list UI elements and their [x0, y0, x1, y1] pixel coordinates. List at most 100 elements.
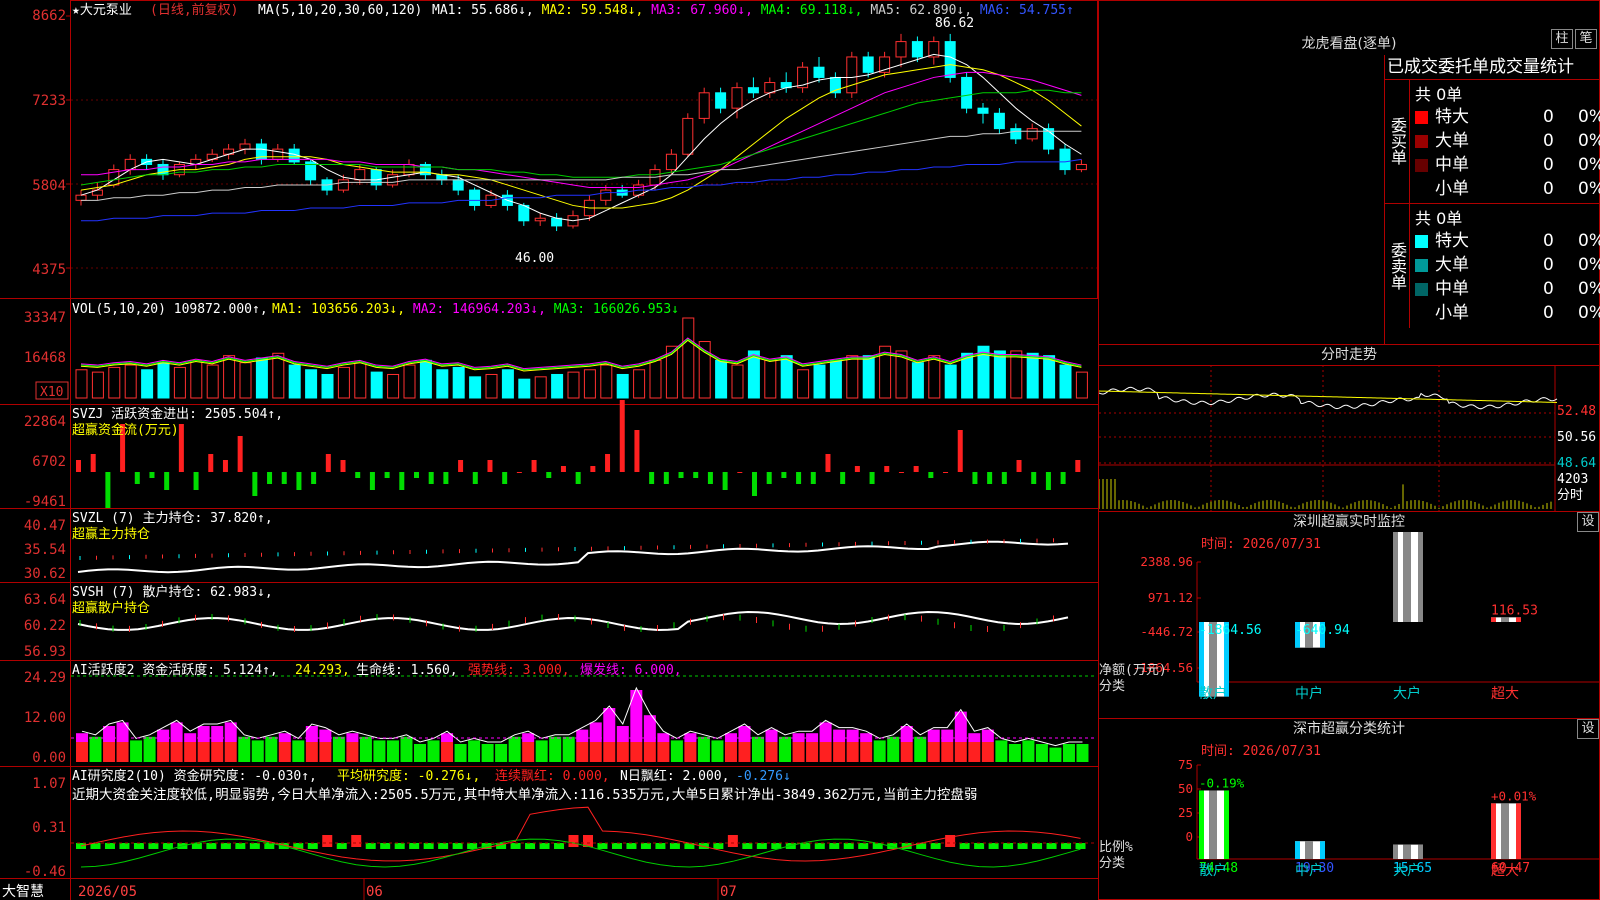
ai2-bar: [365, 843, 376, 849]
candle-body: [715, 92, 727, 109]
kline-ytick: 7233: [32, 93, 66, 109]
ma-values: MA1: 55.686↓, MA2: 59.548↓, MA3: 67.960↓…: [432, 3, 1074, 18]
monitor-panel: 深圳超赢实时监控 设 时间: 2026/07/31 2388.96 971.12 -4…: [1098, 511, 1600, 719]
volume-bar: [846, 355, 859, 399]
order-vol: 0: [1543, 155, 1554, 175]
ai1-bar: [1076, 744, 1089, 762]
monitor-settings-button[interactable]: 设: [1577, 512, 1599, 532]
svzj-bar: [458, 460, 464, 472]
bar-value-label: -640.94: [1295, 623, 1350, 638]
ai1-bar: [1008, 744, 1021, 762]
volume-bar: [255, 357, 268, 399]
candle-body: [944, 41, 956, 78]
svzj-bar: [369, 472, 375, 490]
ai2-bar: [467, 843, 478, 849]
ai1-bar: [576, 742, 589, 762]
main-chart-area[interactable]: 8662 7233 5804 4375 33347 16468 22864 67…: [0, 0, 1100, 900]
sell-total: 共 0单: [1415, 209, 1463, 228]
ai2-bar: [1032, 843, 1043, 849]
ai2-bar: [742, 843, 753, 849]
ai1-bar: [535, 740, 548, 762]
volume-bar: [616, 373, 629, 399]
intraday-chart[interactable]: 52.48 50.56 48.644203分时: [1099, 365, 1599, 511]
low-price-label: 46.00: [515, 251, 554, 266]
volume-bar: [797, 369, 810, 399]
svzj-bar: [237, 436, 243, 472]
ai1-bar: [170, 742, 183, 762]
classify-settings-button[interactable]: 设: [1577, 719, 1599, 739]
svzj-bar: [810, 472, 816, 484]
svzj-bar: [516, 472, 522, 473]
order-row: 大单 0 0%: [1413, 253, 1600, 277]
svzj-bar: [531, 460, 537, 472]
ai1-bar: [103, 742, 116, 762]
ai2-bar: [423, 843, 434, 849]
order-row: 小单 0 0%: [1413, 177, 1600, 201]
intraday-panel[interactable]: 分时走势 52.48 50.56 48.64 4203 分时: [1098, 344, 1600, 512]
order-pct: 0%: [1578, 231, 1600, 251]
ma-label: MA(5,10,20,30,60,120): [258, 3, 422, 18]
ai1-bar: [89, 736, 102, 762]
svzj-bar: [972, 472, 978, 484]
ai1-bar: [481, 744, 494, 762]
chart-ytick: 25: [1178, 805, 1193, 820]
candle-body: [551, 217, 563, 227]
ai1-bar: [968, 742, 981, 762]
svzj-bar: [605, 454, 611, 472]
candle-body: [665, 153, 677, 171]
ai1-bar: [1022, 740, 1035, 762]
dragon-panel: 龙虎看盘(逐单) 柱 笔 已成交委托单成交量统计 委买单 委卖单 共 0单 共 …: [1098, 0, 1600, 345]
ai1-bar: [846, 742, 859, 762]
ai2-bar: [336, 843, 347, 849]
ai1-bar: [211, 742, 224, 762]
ai1-bar: [670, 740, 683, 762]
ai1-bar: [900, 742, 913, 762]
volume-bar: [518, 378, 531, 399]
svzj-header: SVZJ 活跃资金进出: 2505.504↑,: [72, 406, 283, 422]
ai1-bar: [130, 740, 143, 762]
candle-body: [452, 179, 464, 191]
candle-body: [895, 41, 907, 58]
ai1-bar: [1035, 744, 1048, 762]
candle-body: [698, 92, 710, 119]
candle-body: [518, 204, 530, 222]
chart-ytick: 50: [1178, 781, 1193, 796]
svzj-bar: [340, 460, 346, 472]
category-label: 散户: [1199, 685, 1227, 702]
ai2-bar: [669, 843, 680, 849]
tick-view-button[interactable]: 笔: [1575, 29, 1597, 49]
svzj-bar: [472, 472, 478, 484]
candle-body: [75, 194, 87, 201]
kline-ytick: 8662: [32, 8, 66, 24]
ai1-bar: [292, 740, 305, 762]
svzj-bar: [90, 454, 96, 472]
ai1-bar: [779, 736, 792, 762]
order-swatch: [1415, 235, 1428, 248]
svzj-bar: [222, 460, 228, 472]
ai2-bar: [119, 843, 130, 849]
order-pct: 0%: [1578, 279, 1600, 299]
svzj-bar: [164, 472, 170, 490]
monitor-title: 深圳超赢实时监控: [1293, 514, 1405, 530]
volume-bar: [354, 362, 367, 399]
intraday-title: 分时走势: [1099, 345, 1599, 366]
volume-bar: [583, 369, 596, 399]
bar-view-button[interactable]: 柱: [1551, 29, 1573, 49]
ai1-bar: [752, 736, 764, 762]
ai2-bar: [438, 843, 449, 849]
ai1-bar: [76, 742, 88, 762]
bar-change-label: -0.19%: [1199, 775, 1245, 790]
ai1-bar: [224, 742, 237, 762]
candle-body: [813, 66, 825, 78]
svsh-ytick: 60.22: [24, 618, 66, 634]
ai1-bar: [738, 726, 751, 742]
order-row: 大单 0 0%: [1413, 129, 1600, 153]
ai1-bar: [454, 744, 467, 762]
ai1-bar: [792, 742, 805, 762]
kline-ytick: 4375: [32, 262, 66, 278]
ai2-bar: [307, 843, 318, 849]
volume-bar: [124, 364, 137, 399]
ai2-bar: [322, 835, 333, 847]
buy-label: 委买单: [1385, 79, 1410, 204]
volume-bar: [928, 355, 941, 399]
